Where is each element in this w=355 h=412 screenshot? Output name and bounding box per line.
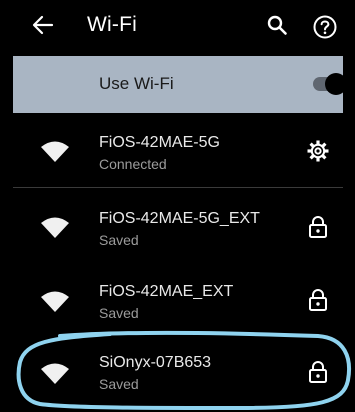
- use-wifi-label: Use Wi-Fi: [99, 74, 174, 93]
- app-bar: Wi-Fi: [0, 0, 355, 52]
- network-status: Connected: [99, 156, 167, 172]
- wifi-signal-icon: [41, 141, 69, 162]
- toggle-thumb: [325, 73, 347, 95]
- wifi-signal-icon: [41, 217, 69, 238]
- network-name: FiOS-42MAE_EXT: [99, 283, 234, 300]
- help-icon[interactable]: [308, 10, 342, 44]
- back-arrow-icon[interactable]: [28, 10, 58, 40]
- network-row-connected[interactable]: FiOS-42MAE-5G Connected: [0, 120, 355, 192]
- wifi-settings-screen: Wi-Fi Use Wi-Fi FiOS-42MAE-5G Connected …: [0, 0, 355, 412]
- lock-icon: [306, 287, 330, 313]
- use-wifi-toggle[interactable]: [309, 73, 349, 95]
- gear-icon[interactable]: [306, 138, 330, 164]
- network-name: FiOS-42MAE-5G_EXT: [99, 210, 260, 227]
- network-status: Saved: [99, 232, 139, 248]
- wifi-signal-icon: [41, 291, 69, 312]
- hand-drawn-highlight: [16, 330, 351, 410]
- network-status: Saved: [99, 305, 139, 321]
- section-divider: [13, 187, 343, 188]
- page-title: Wi-Fi: [87, 13, 137, 36]
- network-row-saved[interactable]: FiOS-42MAE-5G_EXT Saved: [0, 196, 355, 268]
- use-wifi-row[interactable]: Use Wi-Fi: [13, 56, 347, 113]
- search-icon[interactable]: [262, 10, 292, 40]
- network-name: FiOS-42MAE-5G: [99, 134, 220, 151]
- lock-icon: [306, 214, 330, 240]
